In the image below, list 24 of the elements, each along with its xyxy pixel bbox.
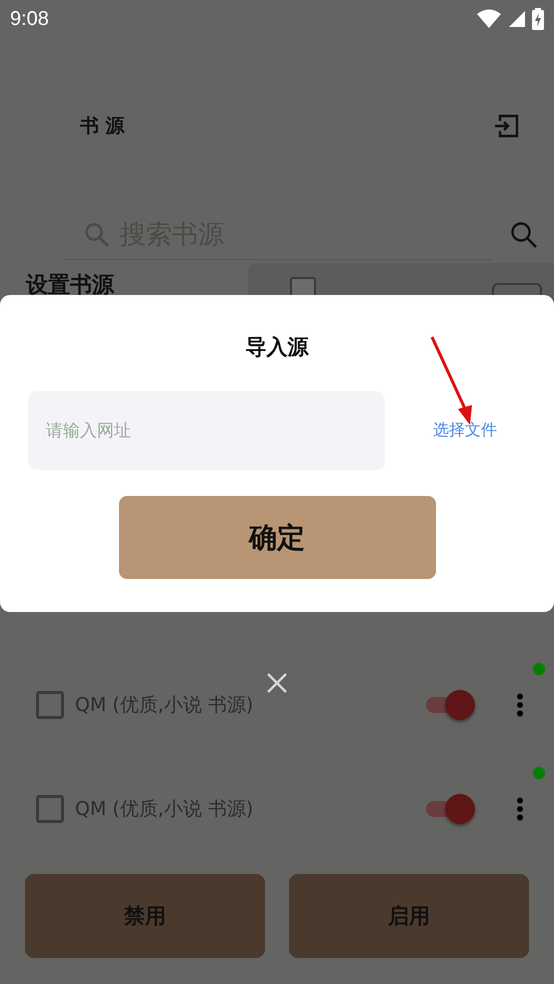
enable-button[interactable]: 启用 — [289, 874, 529, 958]
search-icon[interactable] — [510, 221, 538, 249]
section-title: 设置书源 — [26, 272, 114, 300]
dialog-title: 导入源 — [246, 334, 308, 361]
url-field[interactable]: 请输入网址 — [28, 391, 385, 470]
more-icon[interactable] — [516, 797, 524, 821]
choose-file-link[interactable]: 选择文件 — [433, 420, 497, 441]
signal-icon — [508, 10, 526, 28]
battery-icon — [532, 8, 544, 30]
more-icon[interactable] — [516, 693, 524, 717]
disable-button[interactable]: 禁用 — [25, 874, 265, 958]
search-icon — [84, 222, 110, 248]
close-icon[interactable] — [266, 672, 288, 694]
checkbox[interactable] — [36, 795, 64, 823]
page-title: 书 源 — [80, 114, 125, 139]
wifi-icon — [476, 9, 502, 29]
toggle-switch[interactable] — [426, 793, 476, 825]
import-icon[interactable] — [494, 113, 520, 139]
status-time: 9:08 — [10, 8, 49, 30]
confirm-button[interactable]: 确定 — [118, 496, 436, 579]
toggle-switch[interactable] — [426, 689, 476, 721]
checkbox[interactable] — [36, 691, 64, 719]
source-name: QM (优质,小说 书源) — [75, 693, 254, 718]
source-name: QM (优质,小说 书源) — [75, 797, 254, 822]
